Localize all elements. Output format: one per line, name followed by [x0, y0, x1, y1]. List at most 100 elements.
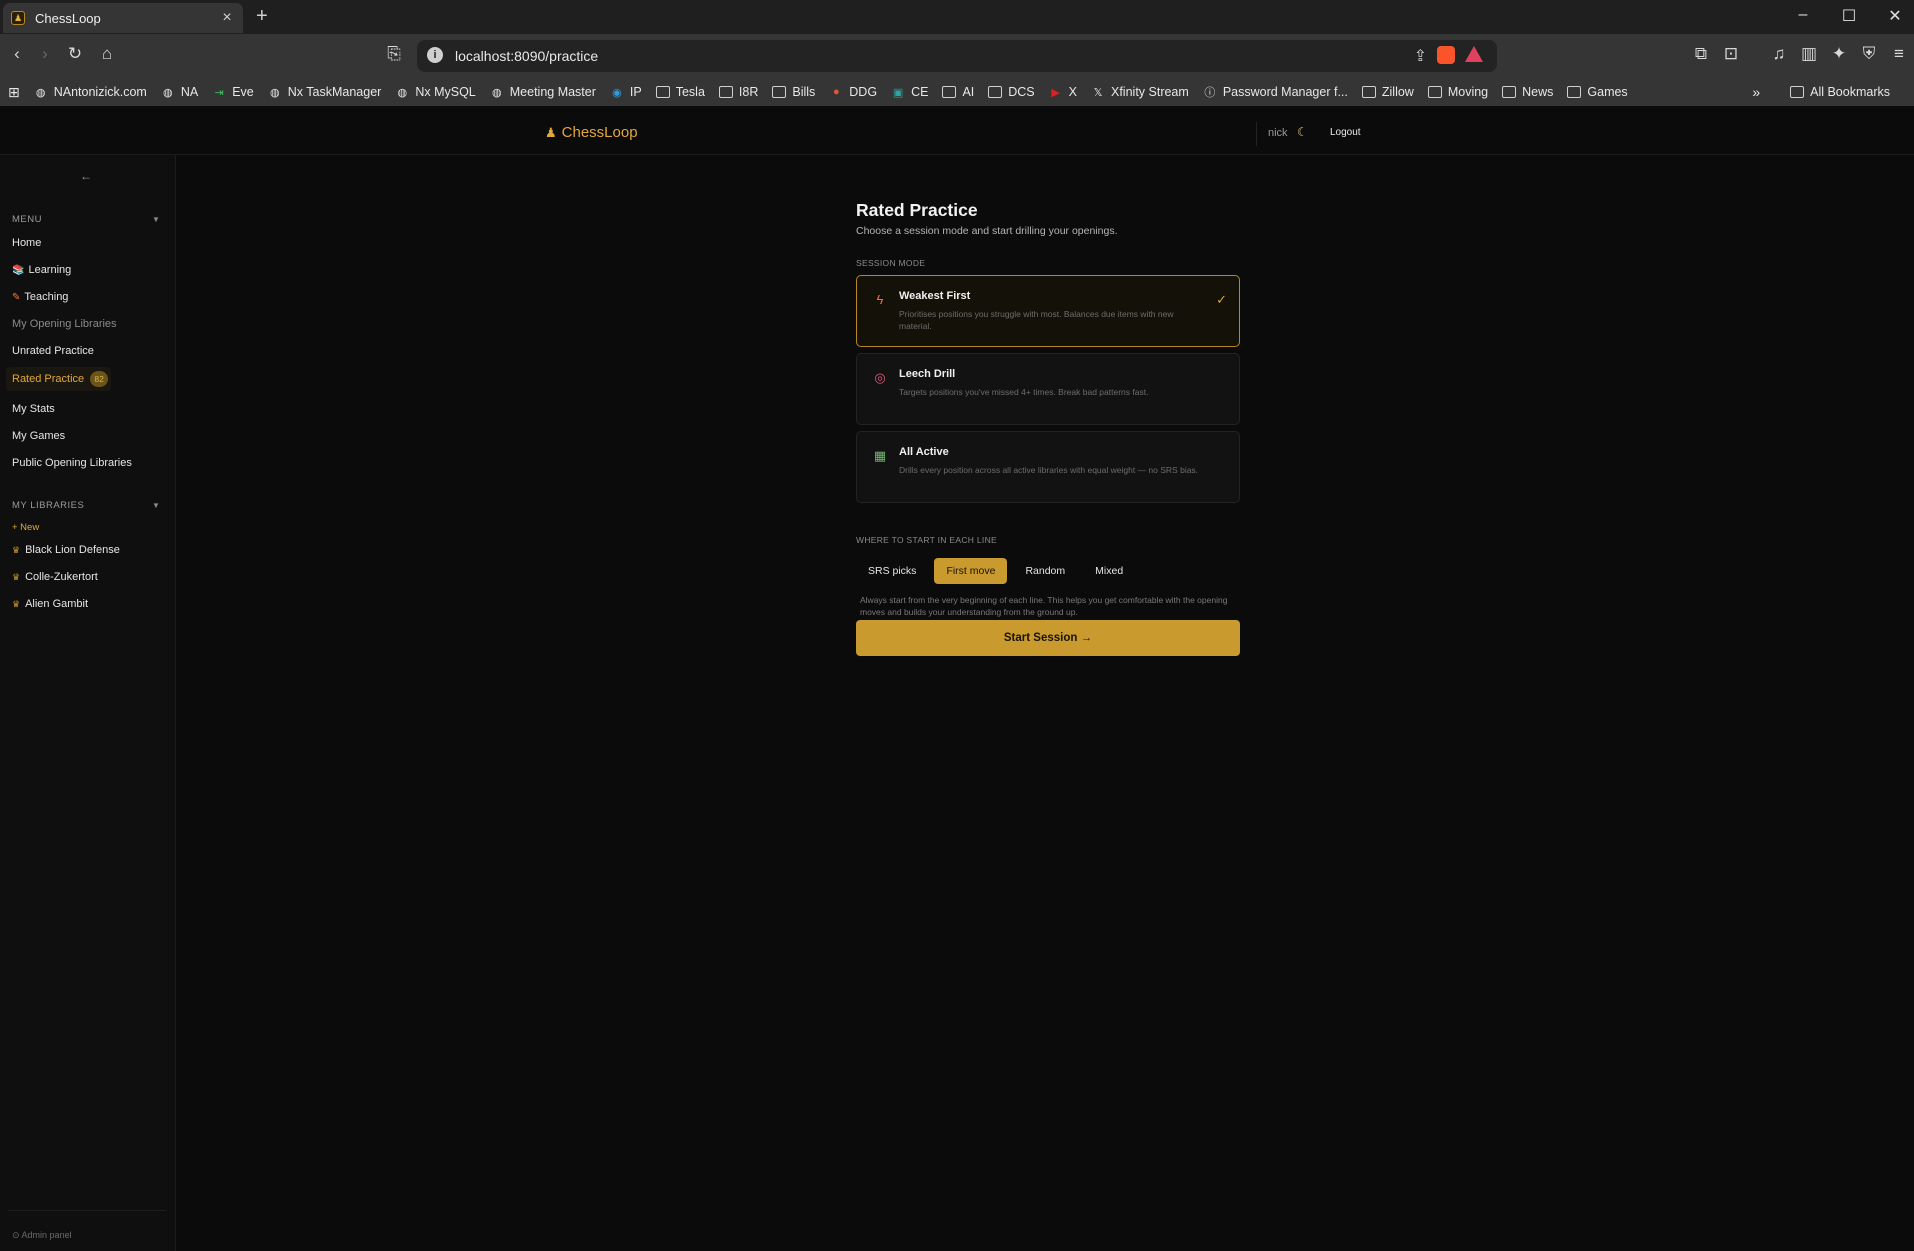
collapse-sidebar-icon[interactable]: ← [80, 169, 92, 183]
logout-button[interactable]: Logout [1330, 127, 1361, 138]
all-bookmarks[interactable]: All Bookmarks [1790, 85, 1890, 99]
bookmark-item[interactable]: 𝕏 Xfinity Stream [1091, 85, 1189, 99]
sidebar-item-label: Teaching [24, 291, 69, 303]
mode-card-all-active[interactable]: ▦ All Active Drills every position acros… [856, 431, 1240, 503]
leo-ai-icon[interactable]: ✦ [1828, 44, 1850, 64]
option-srs-picks[interactable]: SRS picks [856, 558, 928, 584]
bookmark-label: DDG [849, 85, 878, 99]
pawn-icon: ♟ [545, 124, 557, 140]
new-library-button[interactable]: + New [12, 522, 39, 533]
brave-shields-icon[interactable] [1437, 46, 1455, 64]
bookmark-item[interactable]: AI [942, 85, 974, 99]
more-bookmarks-icon[interactable]: » [1752, 84, 1760, 100]
media-icon[interactable]: ♫ [1768, 44, 1790, 64]
home-icon[interactable]: ⌂ [96, 44, 118, 64]
tab-search-icon[interactable]: ⊡ [1720, 44, 1742, 64]
bookmark-item[interactable]: ◍ Nx TaskManager [268, 85, 382, 99]
option-first-move[interactable]: First move [934, 558, 1008, 584]
bookmark-item[interactable]: Bills [772, 85, 815, 99]
mode-description: Prioritises positions you struggle with … [899, 309, 1174, 331]
start-option-hint: Always start from the very beginning of … [860, 595, 1228, 617]
sidebar-item-rated-practice[interactable]: Rated Practice 82 [6, 367, 111, 391]
bookmark-label: News [1522, 85, 1554, 99]
brand-name: ChessLoop [561, 124, 638, 141]
bookmark-item[interactable]: ◍ NA [161, 85, 198, 99]
brand-logo[interactable]: ♟ ChessLoop [545, 124, 638, 141]
start-session-button[interactable]: Start Session → [856, 620, 1240, 656]
library-item[interactable]: ♛ Alien Gambit [12, 598, 88, 610]
address-bar[interactable]: i localhost:8090/practice ⇪ [417, 40, 1497, 72]
bookmark-item[interactable]: ⓘ Password Manager f... [1203, 85, 1348, 99]
bookmark-item[interactable]: ◍ Nx MySQL [395, 85, 476, 99]
mode-card-leech-drill[interactable]: ◎ Leech Drill Targets positions you've m… [856, 353, 1240, 425]
admin-panel-link[interactable]: ⊙ Admin panel [12, 1230, 72, 1241]
close-tab-icon[interactable]: × [219, 9, 235, 27]
menu-section-label: MENU [12, 214, 42, 225]
library-item[interactable]: ♛ Colle-Zukertort [12, 571, 98, 583]
globe-icon: ◍ [269, 86, 280, 99]
bookmark-item[interactable]: Zillow [1361, 85, 1414, 99]
bookmark-item[interactable]: Moving [1427, 85, 1488, 99]
bookmark-label: NAntonizick.com [53, 85, 147, 99]
chevron-down-icon[interactable]: ▼ [152, 215, 160, 224]
mode-card-weakest-first[interactable]: ϟ Weakest First Prioritises positions yo… [856, 275, 1240, 347]
option-mixed[interactable]: Mixed [1083, 558, 1135, 584]
sidebar-item-teaching[interactable]: ✎ Teaching [12, 291, 68, 303]
bookmark-item[interactable]: ● DDG [829, 85, 877, 99]
globe-icon: ◍ [35, 86, 46, 99]
bookmark-item[interactable]: ◉ IP [610, 85, 642, 99]
bookmark-label: Password Manager f... [1222, 85, 1348, 99]
bookmark-item[interactable]: DCS [988, 85, 1035, 99]
bookmark-item[interactable]: ⇥ Eve [212, 85, 254, 99]
bookmark-label: Eve [232, 85, 254, 99]
vpn-icon[interactable]: ⛨ [1858, 44, 1880, 64]
maximize-icon[interactable]: ☐ [1839, 6, 1859, 26]
bookmark-item[interactable]: I8R [718, 85, 758, 99]
bookmark-item[interactable]: News [1502, 85, 1553, 99]
bookmark-item[interactable]: ▶ X [1049, 85, 1077, 99]
folder-icon [1790, 86, 1805, 98]
bookmark-icon[interactable]: ⎘ [383, 44, 405, 64]
bookmark-item[interactable]: ▣ CE [891, 85, 929, 99]
mode-description: Drills every position across all active … [899, 465, 1199, 475]
sidebar-item-unrated-practice[interactable]: Unrated Practice [12, 345, 94, 357]
forward-icon[interactable]: › [34, 44, 56, 64]
back-icon[interactable]: ‹ [6, 44, 28, 64]
moon-icon[interactable]: ☾ [1297, 125, 1308, 139]
bookmark-item[interactable]: ◍ NAntonizick.com [34, 85, 147, 99]
menu-icon[interactable]: ≡ [1888, 44, 1910, 64]
new-tab-icon[interactable]: + [256, 5, 268, 28]
share-icon[interactable]: ⇪ [1414, 46, 1427, 66]
site-info-icon[interactable]: i [427, 47, 443, 63]
bookmark-label: Nx TaskManager [287, 85, 382, 99]
bookmark-item[interactable]: ◍ Meeting Master [490, 85, 596, 99]
sidebar-item-my-stats[interactable]: My Stats [12, 403, 55, 415]
browser-tab[interactable]: ♟ ChessLoop × [3, 3, 243, 33]
bookmark-item[interactable]: Tesla [655, 85, 705, 99]
url-text[interactable]: localhost:8090/practice [455, 48, 598, 64]
mode-description: Targets positions you've missed 4+ times… [899, 387, 1149, 397]
sidebar-item-my-games[interactable]: My Games [12, 430, 65, 442]
sidebar-item-my-opening-libraries[interactable]: My Opening Libraries [12, 318, 117, 330]
apps-icon[interactable]: ⊞ [8, 84, 20, 101]
folder-icon [988, 85, 1003, 99]
bookmark-label: IP [629, 85, 642, 99]
reload-icon[interactable]: ↻ [64, 44, 86, 64]
extensions-icon[interactable]: ⧉ [1690, 44, 1712, 64]
folder-icon [772, 85, 787, 99]
minimize-icon[interactable]: – [1793, 6, 1813, 24]
chevron-down-icon[interactable]: ▼ [152, 501, 160, 510]
tab-title: ChessLoop [35, 10, 101, 26]
sidebar-toggle-icon[interactable]: ▥ [1798, 44, 1820, 64]
option-random[interactable]: Random [1013, 558, 1077, 584]
sidebar-item-home[interactable]: Home [12, 237, 41, 249]
globe-icon: ◍ [397, 86, 408, 99]
library-item[interactable]: ♛ Black Lion Defense [12, 544, 120, 556]
close-window-icon[interactable]: ✕ [1885, 6, 1905, 26]
info-icon: ⓘ [1204, 87, 1216, 99]
sidebar-item-learning[interactable]: 📚 Learning [12, 264, 71, 276]
crown-icon: ♛ [12, 571, 21, 582]
sidebar-item-public-opening-libraries[interactable]: Public Opening Libraries [12, 457, 132, 469]
bookmark-item[interactable]: Games [1567, 85, 1628, 99]
brave-rewards-icon[interactable] [1465, 46, 1483, 62]
